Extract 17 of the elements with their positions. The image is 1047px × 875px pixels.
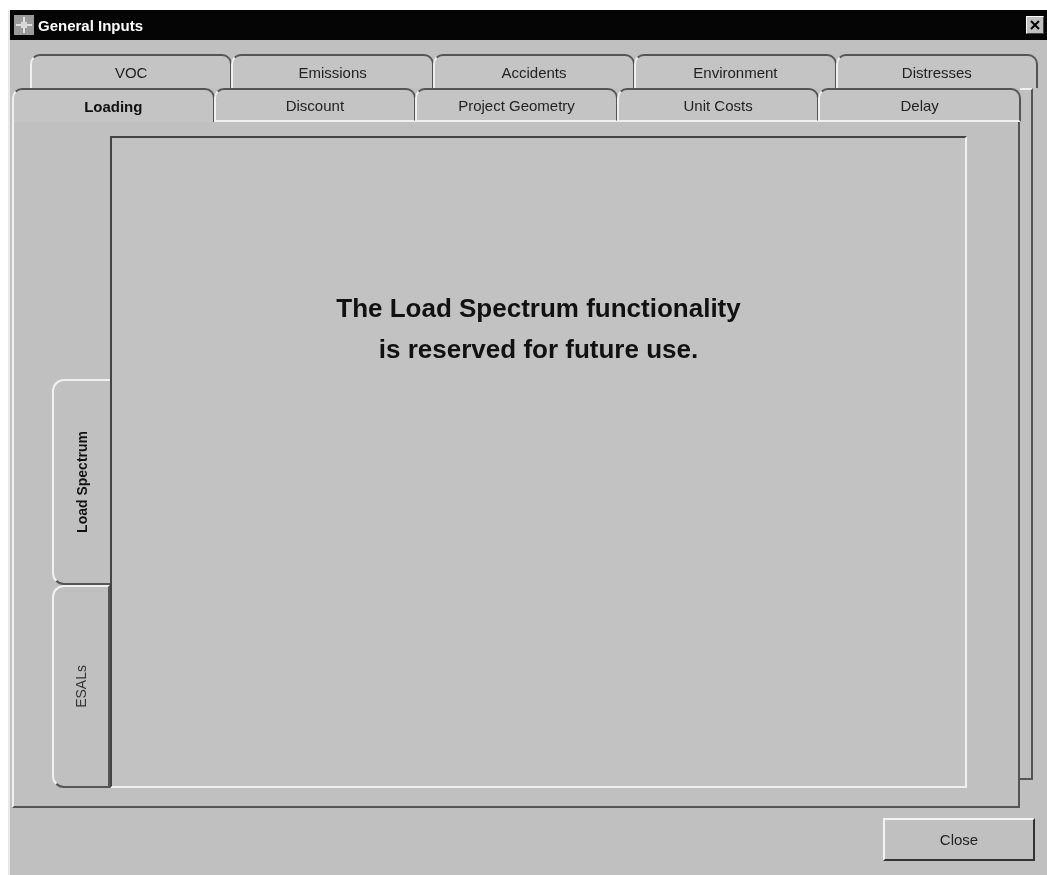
tab[interactable]: Project Geometry xyxy=(415,88,618,122)
close-dialog-button[interactable]: Close xyxy=(883,818,1035,861)
app-icon xyxy=(14,15,34,35)
tab[interactable]: VOC xyxy=(30,54,233,88)
tab[interactable]: Loading xyxy=(12,88,215,122)
side-tab[interactable]: ESALs xyxy=(52,585,110,788)
tab[interactable]: Emissions xyxy=(231,54,434,88)
tab[interactable]: Distresses xyxy=(835,54,1039,88)
message-text: The Load Spectrum functionality is reserved for future use. xyxy=(335,292,742,366)
window-title: General Inputs xyxy=(38,16,145,34)
tab[interactable]: Unit Costs xyxy=(616,88,820,122)
tab[interactable]: Accidents xyxy=(432,54,636,88)
tab[interactable]: Delay xyxy=(818,88,1021,122)
close-button[interactable] xyxy=(1026,16,1044,34)
close-icon xyxy=(1030,20,1040,30)
tab[interactable]: Environment xyxy=(634,54,837,88)
tab[interactable]: Discount xyxy=(213,88,417,122)
